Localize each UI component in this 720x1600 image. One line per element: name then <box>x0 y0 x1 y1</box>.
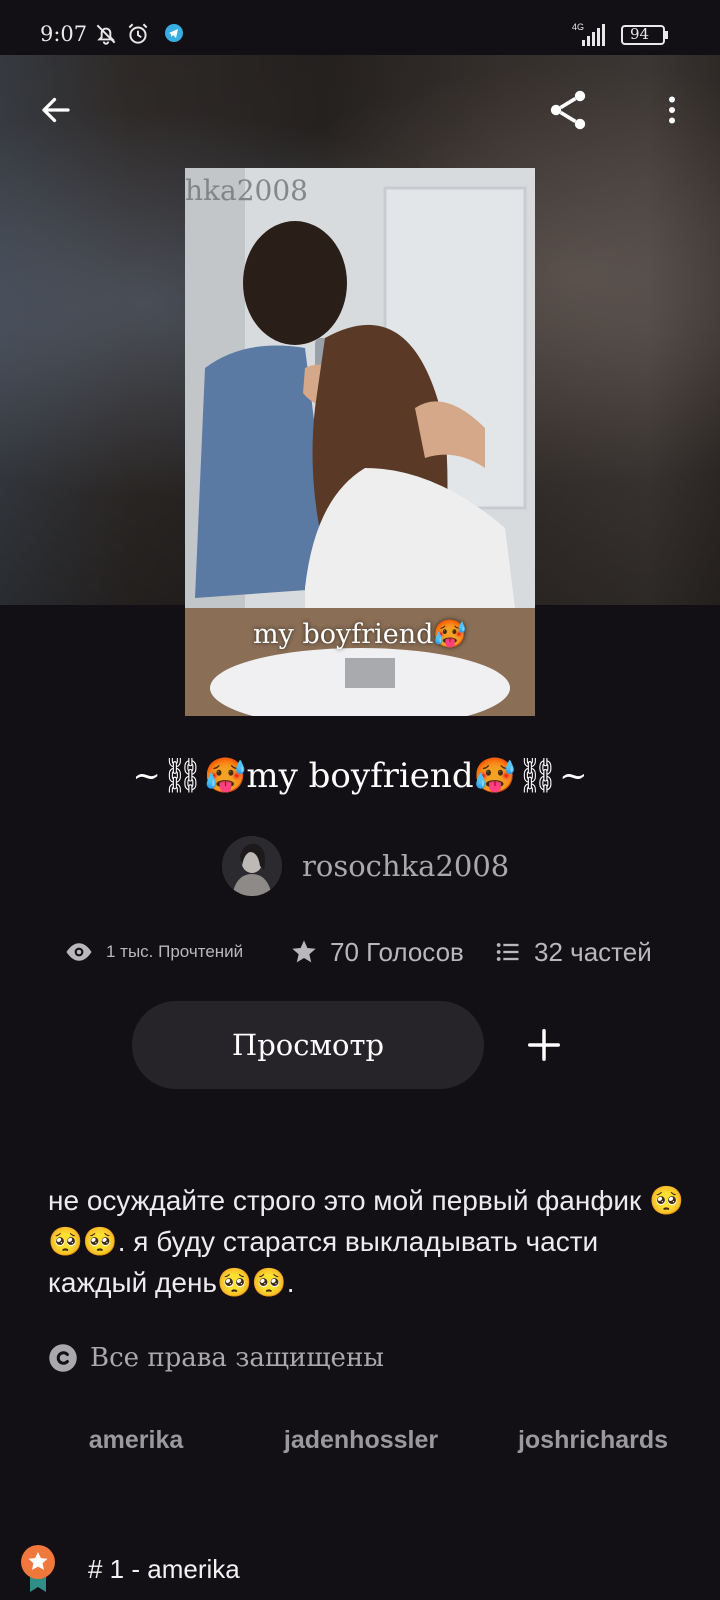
telegram-icon <box>162 21 188 47</box>
copyright-icon <box>49 1344 77 1372</box>
read-button[interactable]: Просмотр <box>132 1001 484 1089</box>
parts-stat: 32 частей <box>494 932 652 972</box>
more-vertical-icon <box>669 96 675 124</box>
story-stats: 1 тыс. Прочтений 70 Голосов 32 частей <box>0 932 720 972</box>
votes-stat: 70 Голосов <box>290 932 464 972</box>
share-button[interactable] <box>540 82 596 138</box>
svg-text:4G: 4G <box>572 22 584 32</box>
status-time: 9:07 <box>40 22 88 46</box>
share-icon <box>550 90 586 130</box>
status-right: 4G 94 <box>572 20 672 50</box>
tag-list: amerika jadenhossler joshrichards <box>48 1410 688 1470</box>
bell-off-icon <box>93 21 119 47</box>
tag-joshrichards[interactable]: joshrichards <box>498 1410 688 1470</box>
back-button[interactable] <box>28 82 84 138</box>
eye-icon <box>66 943 92 961</box>
cover-watermark: hka2008 <box>185 174 308 207</box>
votes-count: 70 Голосов <box>330 936 464 967</box>
list-icon <box>496 943 519 961</box>
cover-caption: my boyfriend🥵 <box>253 619 468 650</box>
story-description: не осуждайте строго это мой первый фанфи… <box>48 1185 684 1298</box>
ranking-row[interactable]: # 1 - amerika <box>20 1544 240 1594</box>
signal-icon: 4G <box>572 22 668 46</box>
author-link[interactable]: rosochka2008 <box>222 836 509 896</box>
tag-jadenhossler[interactable]: jadenhossler <box>238 1410 484 1470</box>
author-name[interactable]: rosochka2008 <box>302 849 509 883</box>
alarm-icon <box>125 21 151 47</box>
copyright-text: Все права защищены <box>90 1343 384 1373</box>
reads-stat: 1 тыс. Прочтений <box>64 932 243 972</box>
star-icon <box>292 940 316 963</box>
arrow-left-icon <box>42 97 70 123</box>
plus-icon <box>528 1029 560 1061</box>
copyright-notice: Все права защищены <box>48 1340 384 1376</box>
status-bar: 9:07 4G 94 <box>0 0 720 55</box>
tag-amerika[interactable]: amerika <box>48 1410 224 1470</box>
parts-count: 32 частей <box>534 936 652 967</box>
story-cover[interactable]: hka2008 my boyfriend🥵 <box>185 168 535 716</box>
story-title: ~⛓🥵my boyfriend🥵⛓~ <box>132 756 588 796</box>
battery-level: 94 <box>630 25 650 43</box>
reads-count: 1 тыс. Прочтений <box>106 942 244 961</box>
more-button[interactable] <box>644 82 700 138</box>
avatar[interactable] <box>222 836 282 896</box>
add-to-library-button[interactable] <box>504 1005 584 1085</box>
ranking-badge-icon <box>21 1545 55 1592</box>
ranking-text: # 1 - amerika <box>88 1553 240 1584</box>
